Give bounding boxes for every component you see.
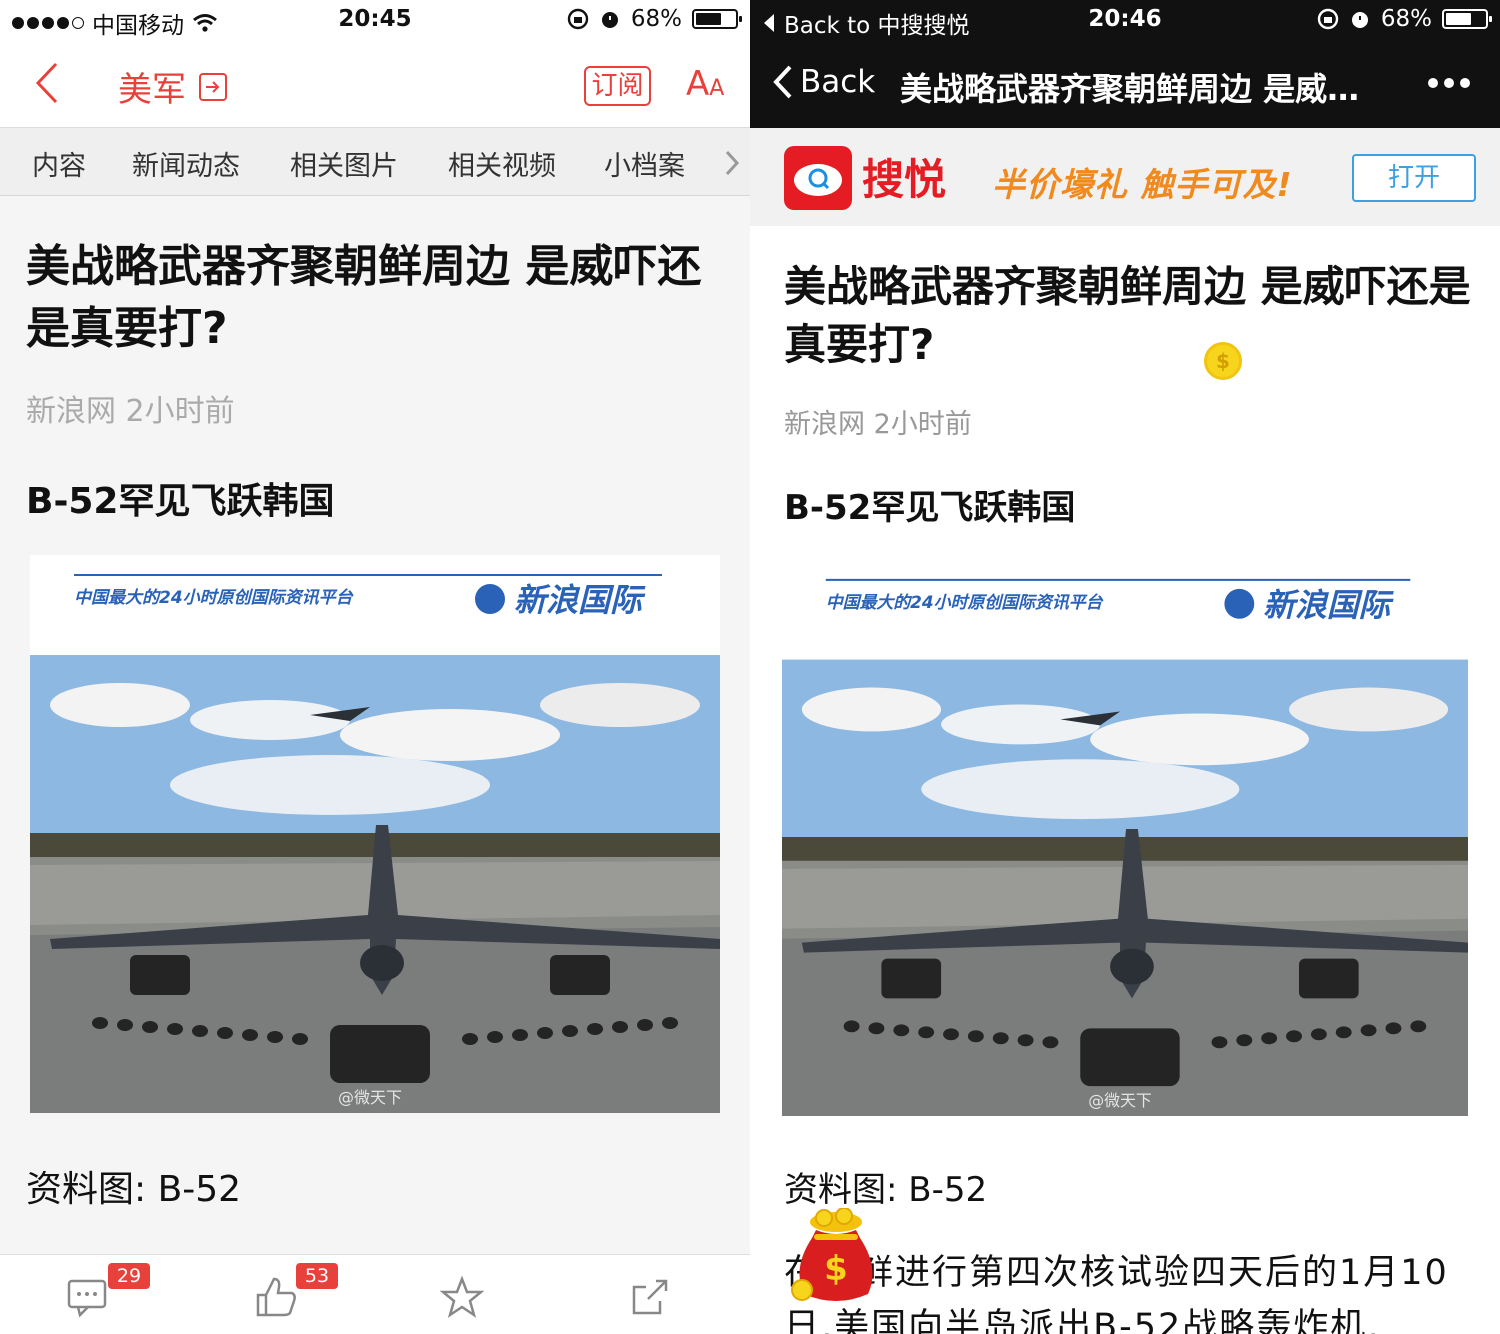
alarm-icon — [601, 12, 618, 28]
font-size-small-glyph: A — [709, 76, 725, 101]
open-app-button[interactable]: 打开 — [1352, 154, 1476, 202]
comment-count-badge: 29 — [108, 1263, 150, 1289]
back-label: Back — [800, 64, 876, 100]
photo-brand: 新浪国际 — [1263, 586, 1394, 624]
promo-slogan: 半价壕礼 触手可及! — [992, 165, 1293, 204]
coin-icon[interactable]: $ — [1204, 342, 1242, 380]
globe-logo-icon — [1224, 588, 1255, 619]
article-source-time: 新浪网 2小时前 — [784, 409, 972, 440]
tab-profile[interactable]: 小档案 — [604, 144, 685, 183]
battery-percent: 68% — [1380, 6, 1432, 32]
tab-content[interactable]: 内容 — [32, 144, 86, 183]
browser-nav-bar: Back 美战略武器齐聚朝鲜周边 是威吓还是真要打? — [750, 40, 1500, 128]
rotation-lock-icon — [1317, 8, 1339, 30]
article-photo[interactable]: 中国最大的24小时原创国际资讯平台 新浪国际 @微天下 — [782, 560, 1468, 1116]
app-logo-icon — [784, 146, 852, 210]
article-subheading: B-52罕见飞跃韩国 — [26, 481, 335, 522]
channel-title[interactable]: 美军 — [118, 62, 228, 111]
left-app-screen: 中国移动 20:45 68% 美军 订阅 AA 内容 新闻动态 相关图片 相关视… — [0, 0, 750, 1334]
thumbs-up-icon[interactable] — [254, 1275, 298, 1319]
alarm-icon — [1351, 12, 1368, 28]
bottom-toolbar: 29 53 — [0, 1254, 750, 1334]
promo-brand: 搜悦 — [862, 155, 947, 204]
more-menu-icon[interactable] — [1428, 78, 1470, 88]
article-title: 美战略武器齐聚朝鲜周边 是威吓还是真要打? — [26, 241, 702, 354]
article-title: 美战略武器齐聚朝鲜周边 是威吓还是真要打? — [784, 262, 1471, 369]
right-browser-screen: Back to 中搜搜悦 20:46 68% Back 美战略武器齐聚朝鲜周边 … — [750, 0, 1500, 1334]
photo-watermark: @微天下 — [1088, 1091, 1152, 1110]
battery-icon — [1442, 9, 1492, 29]
photo-banner-text: 中国最大的24小时原创国际资讯平台 — [74, 588, 354, 608]
status-bar: 中国移动 20:45 68% — [0, 0, 750, 40]
promo-banner[interactable]: 搜悦 半价壕礼 触手可及! 打开 — [750, 128, 1500, 226]
money-bag-icon[interactable]: $ — [790, 1207, 880, 1308]
subscribe-button[interactable]: 订阅 — [584, 66, 651, 106]
share-icon[interactable] — [628, 1275, 672, 1319]
battery-icon — [692, 9, 742, 29]
font-size-button[interactable]: AA — [686, 64, 724, 104]
photo-brand: 新浪国际 — [514, 581, 646, 619]
tab-news[interactable]: 新闻动态 — [132, 144, 240, 183]
globe-logo-icon — [475, 584, 505, 614]
article-body-text: 在朝鲜进行第四次核试验四天后的1月10日,美国向半岛派出B-52战略轰炸机, — [784, 1253, 1449, 1334]
channel-name: 美军 — [118, 70, 186, 110]
article-subheading: B-52罕见飞跃韩国 — [784, 488, 1076, 528]
article-source-time: 新浪网 2小时前 — [26, 394, 235, 429]
channel-tabs: 内容 新闻动态 相关图片 相关视频 小档案 — [0, 128, 750, 196]
back-button[interactable]: Back — [772, 64, 875, 100]
status-bar: Back to 中搜搜悦 20:46 68% — [750, 0, 1500, 40]
photo-caption: 资料图: B-52 — [784, 1170, 988, 1210]
tab-videos[interactable]: 相关视频 — [448, 144, 556, 183]
tab-photos[interactable]: 相关图片 — [290, 144, 398, 183]
nav-bar: 美军 订阅 AA — [0, 40, 750, 128]
rotation-lock-icon — [567, 8, 589, 30]
star-icon[interactable] — [440, 1275, 484, 1319]
photo-watermark: @微天下 — [338, 1088, 402, 1107]
photo-banner-text: 中国最大的24小时原创国际资讯平台 — [826, 592, 1104, 612]
enter-channel-icon — [199, 72, 227, 101]
money-bag-symbol: $ — [824, 1249, 848, 1289]
font-size-large-glyph: A — [686, 64, 710, 104]
like-count-badge: 53 — [296, 1263, 338, 1289]
page-title: 美战略武器齐聚朝鲜周边 是威吓还是真要打? — [900, 70, 1390, 108]
battery-percent: 68% — [630, 6, 682, 32]
chevron-left-icon — [773, 65, 792, 99]
article-photo[interactable]: 中国最大的24小时原创国际资讯平台 新浪国际 @微天下 — [30, 555, 720, 1113]
back-arrow-icon[interactable] — [28, 58, 68, 108]
comment-icon[interactable] — [66, 1275, 110, 1319]
chevron-right-icon[interactable] — [722, 148, 742, 178]
photo-caption: 资料图: B-52 — [26, 1169, 242, 1210]
